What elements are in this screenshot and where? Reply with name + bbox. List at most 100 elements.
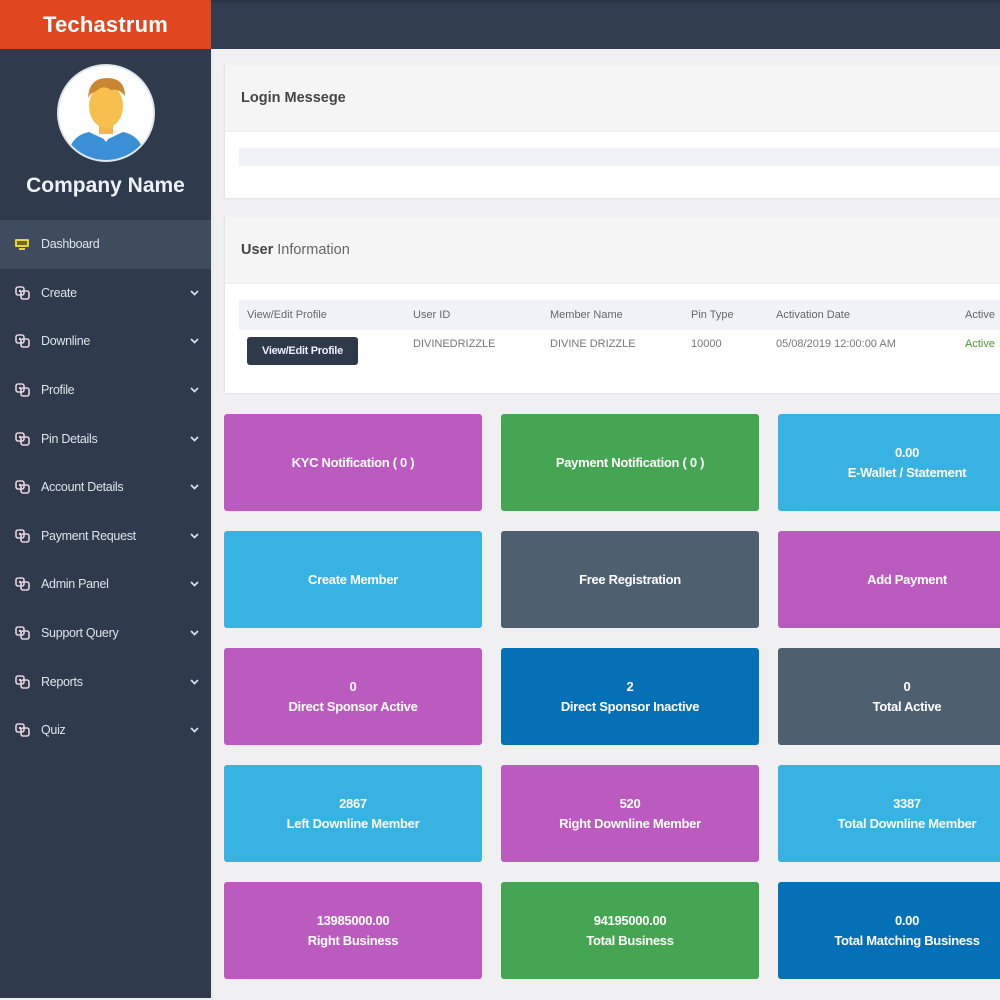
user-information-panel: User Information View/Edit Profile User … — [224, 217, 1000, 393]
tile-add-payment[interactable]: Add Payment — [778, 531, 1000, 628]
sidebar-item-profile[interactable]: Profile — [0, 366, 211, 415]
tile-value: 13985000.00 — [316, 912, 390, 928]
sidebar: Techastrum Company Name Dashboard Create D… — [0, 0, 211, 998]
sidebar-item-dashboard[interactable]: Dashboard — [0, 220, 211, 269]
chevron-down-icon[interactable] — [189, 290, 199, 296]
sidebar-item-label: Account Details — [41, 480, 124, 495]
tile-label: Total Active — [872, 698, 942, 714]
chevron-down-icon[interactable] — [189, 630, 199, 636]
sidebar-item-admin-panel[interactable]: Admin Panel — [0, 560, 211, 609]
cell-pin-type: 10000 — [691, 338, 722, 350]
users-icon — [14, 626, 30, 640]
sidebar-item-reports[interactable]: Reports — [0, 657, 211, 706]
tile-label: KYC Notification ( 0 ) — [291, 454, 415, 470]
sidebar-item-label: Profile — [41, 383, 75, 398]
chevron-down-icon[interactable] — [189, 581, 199, 588]
user-info-title-bold: User — [241, 242, 274, 258]
tile-value: 94195000.00 — [593, 912, 667, 928]
chevron-down-icon[interactable] — [189, 533, 199, 539]
tile-label: Create Member — [307, 571, 399, 587]
top-bar — [211, 0, 1000, 49]
users-icon — [14, 334, 30, 349]
tile-value: 0 — [903, 678, 911, 694]
login-message-panel: Login Messege — [224, 65, 1000, 198]
table-row: View/Edit Profile DIVINEDRIZZLE DIVINE D… — [239, 330, 1000, 374]
tile-label: Total Matching Business — [834, 932, 980, 948]
cell-user-id: DIVINEDRIZZLE — [413, 338, 496, 350]
user-info-title-rest: Information — [277, 242, 350, 258]
col-activation-date: Activation Date — [776, 309, 850, 321]
col-member-name: Member Name — [550, 309, 623, 321]
tile-total-business[interactable]: 94195000.00 Total Business — [501, 882, 759, 979]
users-icon — [14, 723, 30, 738]
cell-action: View/Edit Profile — [239, 337, 413, 365]
tile-right-business[interactable]: 13985000.00 Right Business — [224, 882, 482, 979]
tile-value: 2867 — [339, 795, 367, 811]
sidebar-item-create[interactable]: Create — [0, 269, 211, 318]
sidebar-item-payment-request[interactable]: Payment Request — [0, 512, 211, 561]
sidebar-item-label: Quiz — [41, 723, 66, 738]
tile-free-registration[interactable]: Free Registration — [501, 531, 759, 628]
tile-payment-notification[interactable]: Payment Notification ( 0 ) — [501, 414, 759, 511]
tile-label: Total Downline Member — [837, 815, 977, 831]
sidebar-item-quiz[interactable]: Quiz — [0, 706, 211, 755]
col-user-id: User ID — [413, 309, 451, 321]
sidebar-item-pin-details[interactable]: Pin Details — [0, 414, 211, 463]
chevron-down-icon[interactable] — [189, 679, 199, 685]
tile-total-downline-member[interactable]: 3387 Total Downline Member — [778, 765, 1000, 862]
tile-label: Total Business — [586, 932, 674, 948]
tile-right-downline-member[interactable]: 520 Right Downline Member — [501, 765, 759, 862]
tile-value: 0.00 — [894, 444, 920, 460]
col-active: Active — [965, 309, 995, 321]
tile-label: Direct Sponsor Inactive — [560, 698, 700, 714]
sidebar-item-label: Support Query — [41, 626, 119, 641]
tile-direct-sponsor-inactive[interactable]: 2 Direct Sponsor Inactive — [501, 648, 759, 745]
chevron-down-icon[interactable] — [189, 338, 199, 345]
chevron-down-icon[interactable] — [189, 727, 199, 734]
users-icon — [14, 577, 30, 592]
main-content: Login Messege User Information View/Edit… — [211, 49, 1000, 1000]
users-icon — [14, 431, 30, 446]
sidebar-item-support-query[interactable]: Support Query — [0, 609, 211, 658]
tile-value: 2 — [626, 678, 634, 694]
tile-total-active[interactable]: 0 Total Active — [778, 648, 1000, 745]
user-avatar-icon[interactable] — [56, 64, 155, 162]
tile-label: Add Payment — [867, 571, 947, 587]
sidebar-item-label: Payment Request — [41, 528, 136, 543]
chevron-down-icon[interactable] — [189, 387, 199, 393]
sidebar-item-label: Reports — [41, 674, 83, 689]
sidebar-item-label: Pin Details — [41, 431, 98, 446]
tile-create-member[interactable]: Create Member — [224, 531, 482, 628]
tile-direct-sponsor-active[interactable]: 0 Direct Sponsor Active — [224, 648, 482, 745]
status-badge: Active — [965, 338, 995, 350]
tile-label: Right Downline Member — [559, 815, 701, 831]
sidebar-item-downline[interactable]: Downline — [0, 317, 211, 366]
tile-label: E-Wallet / Statement — [847, 464, 967, 480]
tile-label: Right Business — [307, 932, 399, 948]
col-pin-type: Pin Type — [691, 309, 734, 321]
sidebar-profile: Company Name — [0, 49, 211, 220]
users-icon — [14, 383, 30, 397]
tile-label: Left Downline Member — [286, 815, 420, 831]
cell-activation-date: 05/08/2019 12:00:00 AM — [776, 338, 896, 350]
sidebar-item-account-details[interactable]: Account Details — [0, 463, 211, 512]
users-icon — [14, 529, 30, 543]
chevron-down-icon[interactable] — [189, 484, 199, 491]
company-name: Company Name — [26, 174, 185, 197]
monitor-icon — [14, 237, 30, 251]
brand-logo[interactable]: Techastrum — [0, 0, 211, 49]
tile-left-downline-member[interactable]: 2867 Left Downline Member — [224, 765, 482, 862]
chevron-down-icon[interactable] — [189, 436, 199, 442]
tile-value: 3387 — [893, 795, 921, 811]
tile-value: 0.00 — [894, 912, 920, 928]
tile-e-wallet-statement[interactable]: 0.00 E-Wallet / Statement — [778, 414, 1000, 511]
col-view-edit-profile: View/Edit Profile — [247, 309, 327, 321]
login-message-body — [239, 148, 1000, 166]
tile-label: Direct Sponsor Active — [288, 698, 418, 714]
view-edit-profile-button[interactable]: View/Edit Profile — [247, 337, 358, 365]
tile-kyc-notification[interactable]: KYC Notification ( 0 ) — [224, 414, 482, 511]
tile-total-matching-business[interactable]: 0.00 Total Matching Business — [778, 882, 1000, 979]
table-header-row: View/Edit Profile User ID Member Name Pi… — [239, 300, 1000, 330]
user-info-table: View/Edit Profile User ID Member Name Pi… — [239, 300, 1000, 374]
tile-label: Payment Notification ( 0 ) — [555, 454, 705, 470]
